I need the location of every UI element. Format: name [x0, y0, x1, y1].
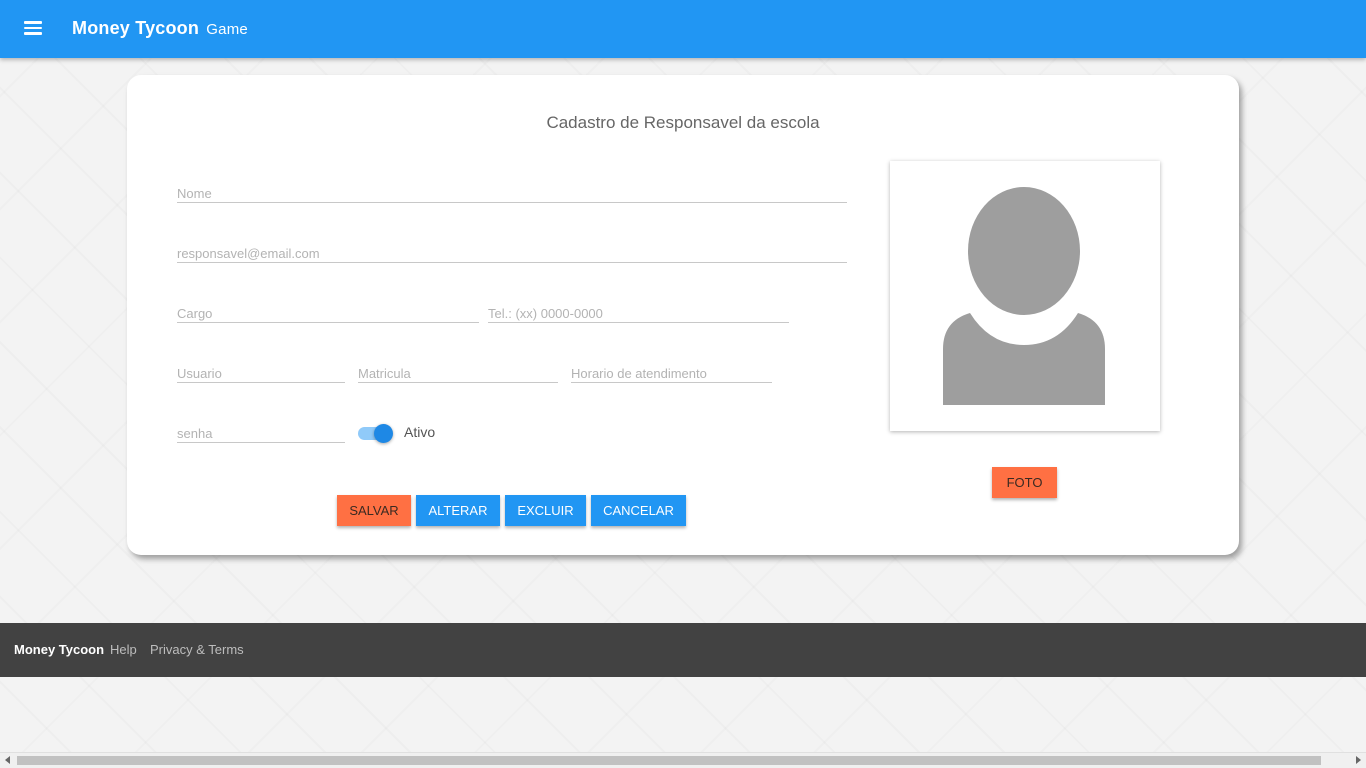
senha-field [177, 415, 345, 443]
app-subtitle: Game [206, 21, 248, 38]
delete-button[interactable]: EXCLUIR [505, 495, 586, 526]
save-button[interactable]: SALVAR [337, 495, 411, 526]
cancel-button[interactable]: CANCELAR [591, 495, 686, 526]
photo-frame [890, 161, 1160, 431]
ativo-toggle[interactable] [358, 423, 394, 443]
footer-brand: Money Tycoon [14, 642, 105, 657]
usuario-field [177, 355, 345, 383]
toggle-thumb [374, 424, 393, 443]
app-title: Money Tycoon Game [72, 18, 248, 39]
nome-field [177, 175, 847, 203]
footer: Money Tycoon Help Privacy & Terms [0, 623, 1366, 677]
scrollbar-thumb[interactable] [17, 756, 1321, 765]
photo-button[interactable]: FOTO [992, 467, 1057, 498]
footer-link-help[interactable]: Help [110, 642, 137, 657]
email-field [177, 235, 847, 263]
senha-input[interactable] [177, 426, 345, 441]
app-title-text: Money Tycoon [72, 18, 200, 38]
app-bar: Money Tycoon Game [0, 0, 1366, 58]
registration-card: Cadastro de Responsavel da escola Ativo … [127, 75, 1239, 555]
update-button[interactable]: ALTERAR [416, 495, 500, 526]
matricula-field [358, 355, 558, 383]
scroll-right-arrow-icon[interactable] [1356, 756, 1361, 764]
horario-input[interactable] [571, 366, 772, 381]
telefone-input[interactable] [488, 306, 789, 321]
matricula-input[interactable] [358, 366, 558, 381]
usuario-input[interactable] [177, 366, 345, 381]
cargo-input[interactable] [177, 306, 479, 321]
cargo-field [177, 295, 479, 323]
nome-input[interactable] [177, 186, 847, 201]
telefone-field [488, 295, 789, 323]
scroll-left-arrow-icon[interactable] [5, 756, 10, 764]
person-silhouette-icon [943, 187, 1105, 405]
email-input[interactable] [177, 246, 847, 261]
form-title: Cadastro de Responsavel da escola [546, 113, 820, 132]
ativo-label: Ativo [404, 424, 436, 440]
horizontal-scrollbar[interactable] [0, 752, 1366, 768]
menu-icon[interactable] [24, 21, 42, 35]
footer-link-privacy[interactable]: Privacy & Terms [150, 642, 244, 657]
horario-field [571, 355, 772, 383]
